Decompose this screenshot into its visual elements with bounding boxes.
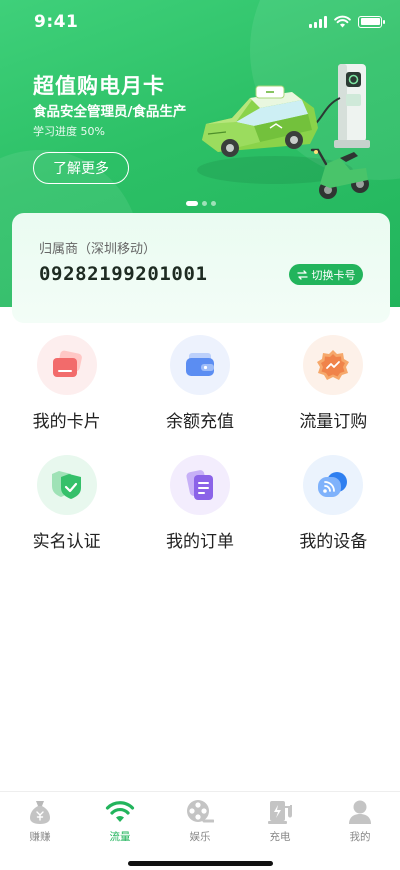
service-section: 我的卡片 余额充值 流量订购 实名认证 我的订单 我的设备 [0,307,400,791]
shield-check-icon [36,455,97,515]
service-label: 我的设备 [299,532,368,552]
tab-label: 娱乐 [189,831,211,843]
tab-label: 流量 [109,831,131,843]
tab-label: 赚赚 [29,831,51,843]
order-icon [169,455,230,515]
tab-earn[interactable]: 赚赚 [0,792,80,850]
tab-charging[interactable]: 充电 [240,792,320,850]
tab-profile[interactable]: 我的 [320,792,400,850]
bottom-tab-bar: 赚赚 流量 娱乐 充电 我的 [0,791,400,870]
sim-card-panel: 归属商（深圳移动） 09282199201001 切换卡号 [12,213,390,323]
switch-card-button[interactable]: 切换卡号 [289,264,363,285]
carrier-label: 归属商（深圳移动） [39,242,157,257]
device-icon [303,455,364,515]
service-my-card[interactable]: 我的卡片 [0,335,133,455]
service-my-orders[interactable]: 我的订单 [133,455,266,575]
banner-subtitle: 食品安全管理员/食品生产 [33,104,187,120]
money-bag-icon [25,798,55,826]
banner-title: 超值购电月卡 [33,74,165,98]
switch-card-label: 切换卡号 [311,268,356,282]
pagination-dot[interactable] [202,201,207,206]
home-indicator [128,861,273,866]
service-grid: 我的卡片 余额充值 流量订购 实名认证 我的订单 我的设备 [0,335,400,575]
status-icons [309,15,385,28]
tab-label: 我的 [349,831,371,843]
swap-icon [296,269,308,280]
service-label: 实名认证 [32,532,101,552]
banner-progress-text: 学习进度 50% [33,125,105,138]
pagination-dot[interactable] [186,201,198,206]
service-data-plan[interactable]: 流量订购 [267,335,400,455]
learn-more-button[interactable]: 了解更多 [33,152,129,184]
cellular-signal-icon [309,15,327,28]
charger-icon [265,798,295,826]
tab-data[interactable]: 流量 [80,792,160,850]
tab-entertainment[interactable]: 娱乐 [160,792,240,850]
film-reel-icon [185,798,215,826]
battery-icon [358,15,385,28]
service-recharge[interactable]: 余额充值 [133,335,266,455]
person-icon [345,798,375,826]
service-my-devices[interactable]: 我的设备 [267,455,400,575]
pagination-dot[interactable] [211,201,216,206]
banner-pagination [186,201,216,206]
service-label: 余额充值 [165,412,234,432]
card-number: 09282199201001 [39,263,208,285]
service-real-name[interactable]: 实名认证 [0,455,133,575]
status-bar: 9:41 [0,0,400,46]
service-label: 我的订单 [165,532,234,552]
wifi-icon [105,798,135,826]
car-illustration [202,85,318,157]
traffic-icon [303,335,364,395]
status-time: 9:41 [34,12,79,32]
wallet-icon [169,335,230,395]
service-label: 我的卡片 [32,412,101,432]
wifi-status-icon [334,15,351,28]
tab-label: 充电 [269,831,291,843]
service-label: 流量订购 [299,412,368,432]
card-icon [36,335,97,395]
banner-illustration [197,64,370,199]
